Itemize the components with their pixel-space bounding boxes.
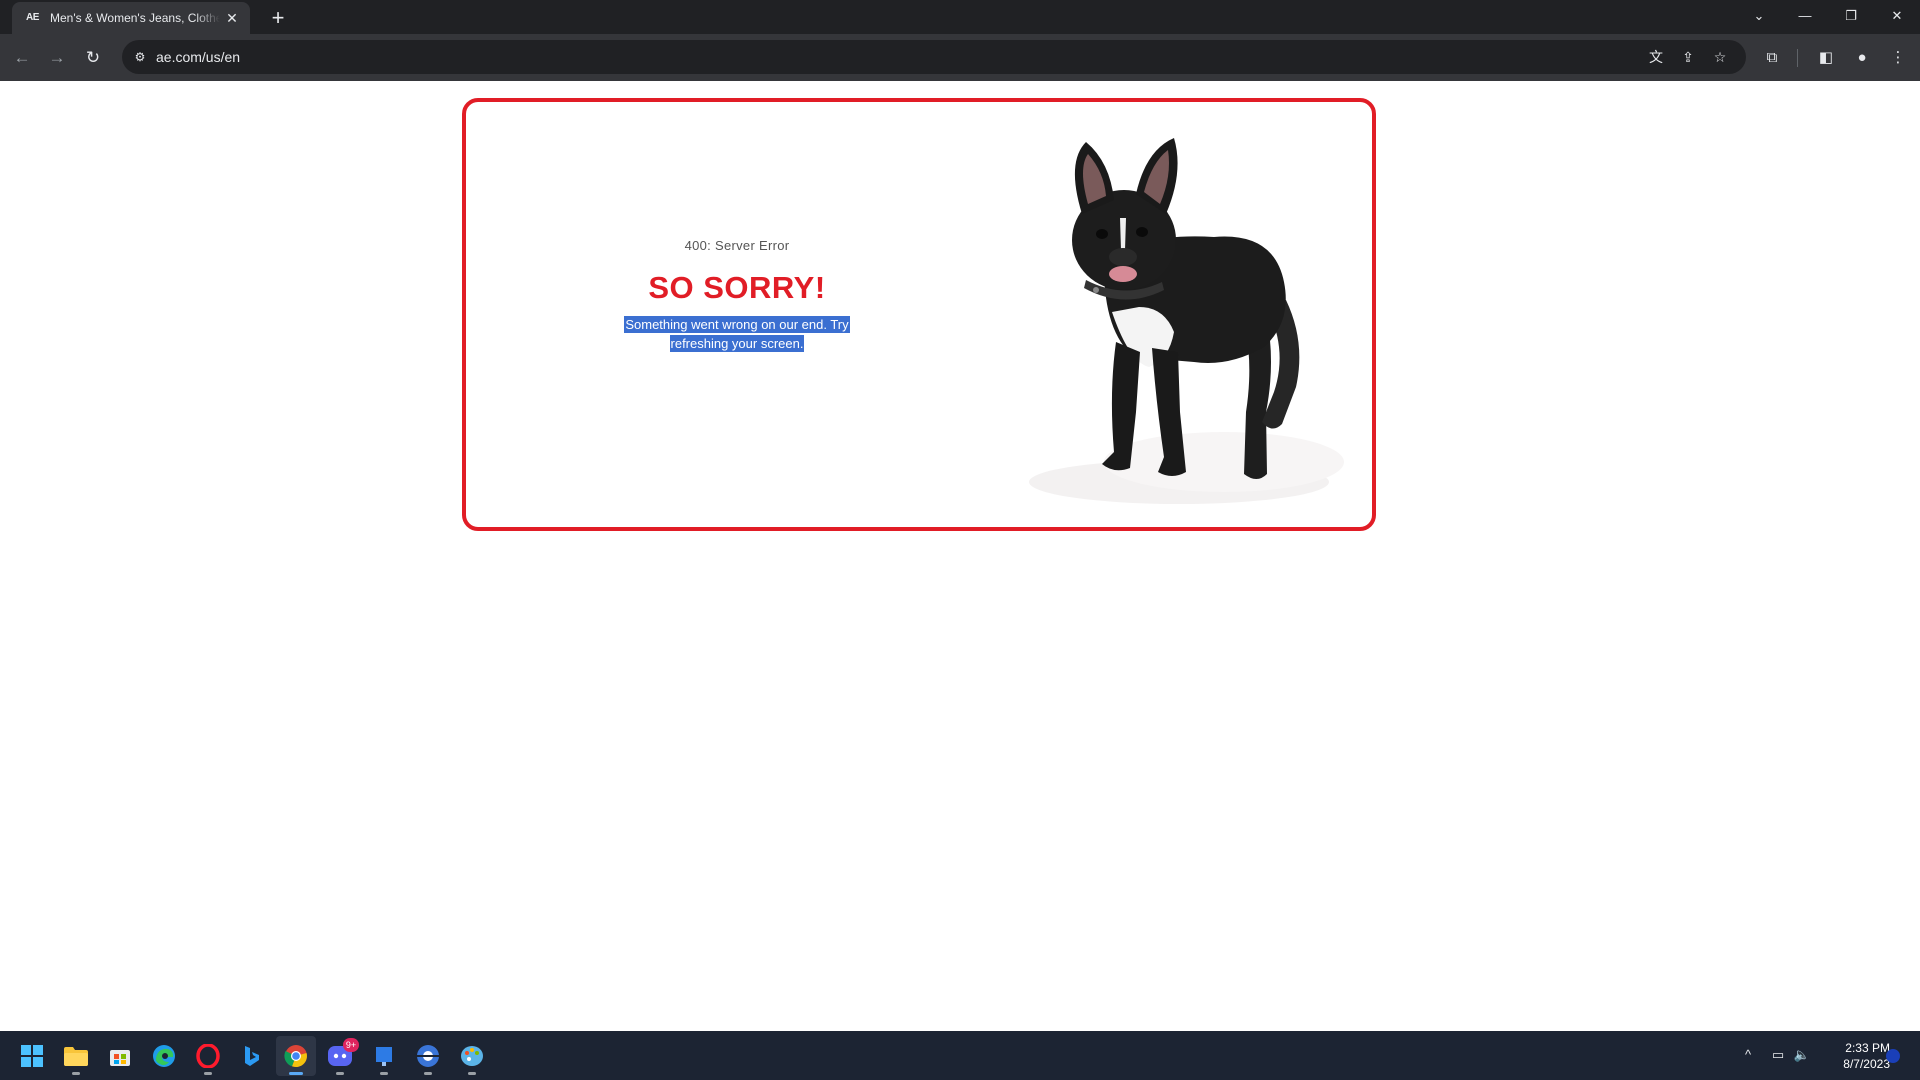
error-message: Something went wrong on our end. Try ref…	[466, 315, 1008, 353]
chrome-icon	[284, 1045, 307, 1068]
windows-taskbar: 9+ ^ ▭ 🔈 2:33 PM 8/7/2023	[0, 1031, 1920, 1080]
screen: AE Men's & Women's Jeans, Clothes & Acce…	[0, 0, 1920, 1080]
windows-logo-icon	[21, 1045, 43, 1067]
bing-icon	[245, 1046, 259, 1066]
site-info-icon[interactable]: ⚙	[128, 45, 152, 69]
taskbar-pokeball-app[interactable]	[408, 1036, 448, 1076]
network-icon[interactable]: ▭	[1768, 1045, 1788, 1065]
taskbar-discord[interactable]: 9+	[320, 1036, 360, 1076]
taskbar-edge[interactable]	[144, 1036, 184, 1076]
taskbar-windows-app[interactable]	[364, 1036, 404, 1076]
side-panel-icon[interactable]: ◧	[1812, 44, 1840, 72]
running-indicator	[468, 1072, 476, 1075]
browser-titlebar: AE Men's & Women's Jeans, Clothes & Acce…	[0, 0, 1920, 34]
clock-time: 2:33 PM	[1845, 1041, 1890, 1055]
browser-tab[interactable]: AE Men's & Women's Jeans, Clothes & Acce…	[12, 2, 250, 34]
error-message-line2: refreshing your screen.	[669, 335, 805, 352]
error-message-line1: Something went wrong on our end. Try	[624, 316, 850, 333]
browser-toolbar: ← → ↻ ⚙ ae.com/us/en 文 ⇪ ☆ ⧉ ◧ ● ⋮	[0, 34, 1920, 81]
new-tab-button[interactable]: +	[264, 5, 292, 33]
pokeball-icon	[417, 1045, 439, 1067]
folder-icon	[64, 1047, 88, 1066]
notification-center-icon[interactable]	[1886, 1049, 1900, 1063]
tab-search-button[interactable]: ⌄	[1736, 2, 1782, 30]
extensions-icon[interactable]: ⧉	[1758, 44, 1786, 72]
paint-palette-icon	[461, 1046, 483, 1066]
taskbar-bing[interactable]	[232, 1036, 272, 1076]
chrome-menu-icon[interactable]: ⋮	[1884, 44, 1912, 72]
ae-favicon-icon: AE	[26, 12, 39, 23]
volume-icon[interactable]: 🔈	[1792, 1045, 1812, 1065]
clock-date: 8/7/2023	[1843, 1057, 1890, 1071]
forward-button[interactable]: →	[43, 44, 71, 72]
taskbar-chrome[interactable]	[276, 1036, 316, 1076]
tab-close-icon[interactable]: ✕	[224, 10, 240, 26]
running-indicator	[204, 1072, 212, 1075]
blue-app-icon	[376, 1047, 392, 1066]
error-card: 400: Server Error SO SORRY! Something we…	[462, 98, 1376, 531]
running-indicator	[424, 1072, 432, 1075]
running-indicator	[336, 1072, 344, 1075]
edge-browser-icon	[153, 1045, 175, 1067]
profile-avatar-icon[interactable]: ●	[1848, 44, 1876, 72]
french-bulldog-image	[1029, 138, 1344, 504]
back-button[interactable]: ←	[8, 44, 36, 72]
taskbar-opera[interactable]	[188, 1036, 228, 1076]
close-window-button[interactable]: ✕	[1874, 2, 1920, 30]
taskbar-paint-app[interactable]	[452, 1036, 492, 1076]
taskbar-file-explorer[interactable]	[56, 1036, 96, 1076]
reload-button[interactable]: ↻	[79, 44, 107, 72]
toolbar-divider	[1797, 49, 1798, 67]
active-indicator	[289, 1072, 303, 1075]
taskbar-microsoft-store[interactable]	[100, 1036, 140, 1076]
tray-overflow-chevron-icon[interactable]: ^	[1738, 1045, 1758, 1065]
restore-button[interactable]: ❐	[1828, 2, 1874, 30]
running-indicator	[380, 1072, 388, 1075]
minimize-button[interactable]: —	[1782, 2, 1828, 30]
running-indicator	[72, 1072, 80, 1075]
system-clock[interactable]: 2:33 PM 8/7/2023	[1820, 1040, 1890, 1072]
bookmark-star-icon[interactable]: ☆	[1708, 45, 1732, 69]
page-content: 400: Server Error SO SORRY! Something we…	[0, 81, 1920, 1031]
translate-icon[interactable]: 文	[1644, 45, 1668, 69]
share-icon[interactable]: ⇪	[1676, 45, 1700, 69]
notification-badge: 9+	[343, 1038, 359, 1052]
start-button[interactable]	[12, 1036, 52, 1076]
opera-icon	[196, 1044, 220, 1068]
tab-title: Men's & Women's Jeans, Clothes & Accesso…	[50, 11, 220, 25]
error-code: 400: Server Error	[684, 238, 790, 253]
error-heading: SO SORRY!	[648, 270, 826, 305]
url-text[interactable]: ae.com/us/en	[156, 40, 240, 74]
store-bag-icon	[110, 1050, 130, 1066]
address-bar[interactable]: ⚙ ae.com/us/en 文 ⇪ ☆	[122, 40, 1746, 74]
